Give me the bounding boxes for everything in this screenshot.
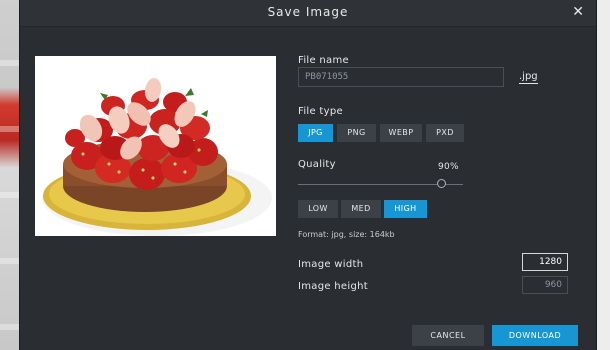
format-info: Format: jpg, size: 164kb <box>298 230 395 239</box>
cancel-button[interactable]: CANCEL <box>412 325 484 346</box>
quality-preset-low[interactable]: LOW <box>298 200 338 218</box>
quality-label: Quality <box>298 159 336 170</box>
quality-value: 90% <box>438 162 459 172</box>
file-type-webp[interactable]: WEBP <box>380 124 422 142</box>
quality-preset-med[interactable]: MED <box>341 200 381 218</box>
file-type-label: File type <box>298 106 343 117</box>
image-width-input[interactable] <box>522 253 568 271</box>
quality-preset-high[interactable]: HIGH <box>384 200 427 218</box>
dialog-header: Save Image ✕ <box>20 0 596 27</box>
image-preview <box>35 56 276 236</box>
image-width-label: Image width <box>298 259 364 270</box>
image-height-input[interactable] <box>522 276 568 294</box>
file-extension: .jpg <box>519 71 538 84</box>
close-icon[interactable]: ✕ <box>572 4 584 20</box>
save-image-dialog: Save Image ✕ File name PB071055 .jpg Fil… <box>20 0 596 350</box>
file-name-label: File name <box>298 55 349 66</box>
file-type-png[interactable]: PNG <box>337 124 376 142</box>
background-canvas-strip <box>0 0 20 350</box>
file-name-input[interactable] <box>298 67 504 87</box>
file-type-jpg[interactable]: JPG <box>298 124 333 142</box>
dialog-title: Save Image <box>267 5 349 19</box>
file-type-pxd[interactable]: PXD <box>426 124 464 142</box>
background-margin <box>596 0 610 350</box>
image-height-label: Image height <box>298 281 368 292</box>
quality-slider-thumb[interactable] <box>437 179 446 188</box>
strawberry-tart-image <box>35 56 276 236</box>
download-button[interactable]: DOWNLOAD <box>492 325 578 346</box>
